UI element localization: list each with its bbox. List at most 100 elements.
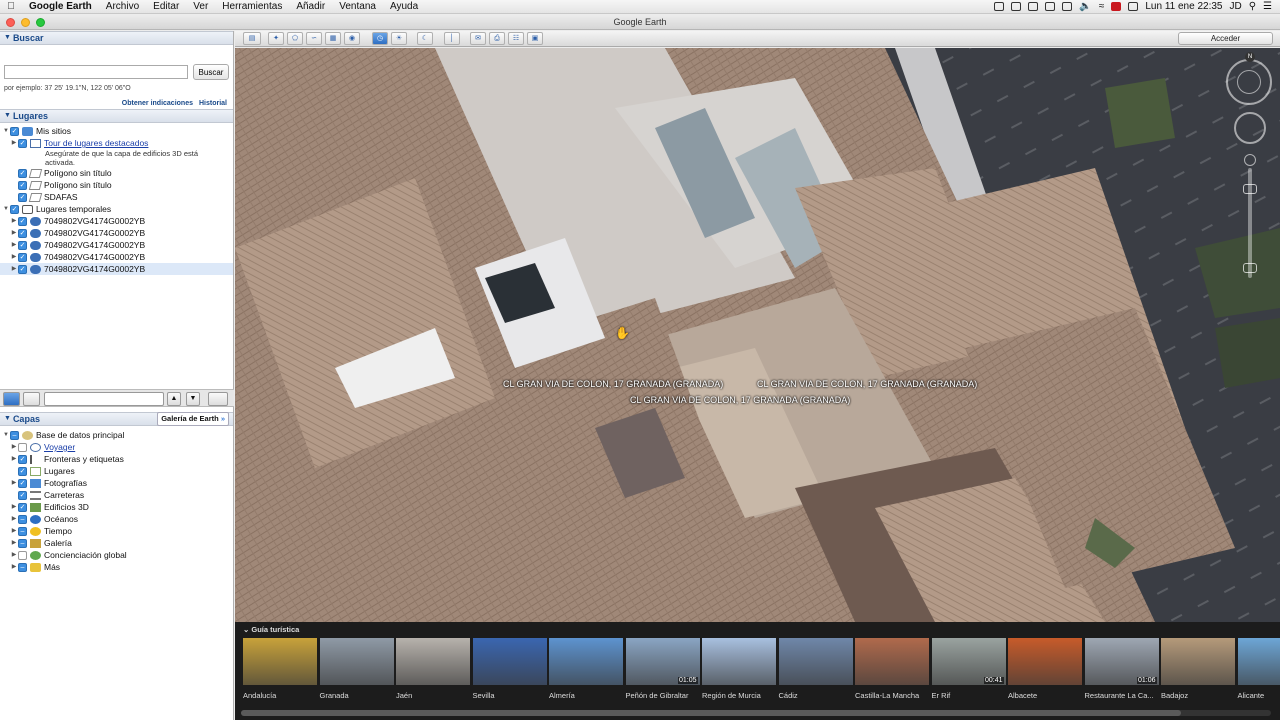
triangle-right-icon[interactable]: ▶ — [10, 215, 18, 227]
tree-item-temp-place[interactable]: ▶ ✓ 7049802VG4174G0002YB — [0, 239, 233, 251]
checkbox-icon[interactable] — [18, 550, 27, 560]
tour-thumbnail[interactable] — [472, 638, 547, 685]
checkbox-icon[interactable]: ✓ — [18, 168, 27, 178]
layer-more[interactable]: ▶ – Más — [0, 561, 233, 573]
triangle-right-icon[interactable]: ▶ — [10, 263, 18, 275]
menu-anadir[interactable]: Añadir — [289, 1, 332, 12]
earth-gallery-button[interactable]: Galería de Earth » — [157, 412, 229, 426]
add-path-icon[interactable]: ∽ — [306, 32, 322, 45]
tree-item-tour[interactable]: ▶ ✓ Tour de lugares destacados — [0, 137, 233, 149]
checkbox-icon[interactable]: ✓ — [10, 126, 19, 136]
triangle-right-icon[interactable]: ▶ — [10, 561, 18, 573]
layer-label[interactable]: Voyager — [44, 441, 75, 453]
history-link[interactable]: Historial — [199, 100, 227, 107]
sunlight-icon[interactable]: ☀ — [391, 32, 407, 45]
layer-3d-buildings[interactable]: ▶ ✓ Edificios 3D — [0, 501, 233, 513]
menu-ventana[interactable]: Ventana — [332, 1, 383, 12]
tour-label[interactable]: Er Rif — [932, 691, 951, 700]
add-placemark-icon[interactable]: ✦ — [268, 32, 284, 45]
folder-options-icon[interactable] — [208, 392, 228, 406]
checkbox-icon[interactable]: ✓ — [18, 502, 27, 512]
checkbox-icon[interactable]: ✓ — [18, 138, 27, 148]
tour-label[interactable]: Sevilla — [473, 691, 495, 700]
status-icon[interactable] — [1028, 2, 1039, 11]
tree-item-temporary[interactable]: ▼ ✓ Lugares temporales — [0, 203, 233, 215]
triangle-right-icon[interactable]: ▶ — [10, 239, 18, 251]
layer-photos[interactable]: ▶ ✓ Fotografías — [0, 477, 233, 489]
triangle-down-icon[interactable]: ▼ — [2, 429, 10, 441]
move-joystick[interactable] — [1234, 112, 1266, 144]
triangle-right-icon[interactable]: ▶ — [10, 251, 18, 263]
layer-roads[interactable]: ✓ Carreteras — [0, 489, 233, 501]
menubar-user[interactable]: JD — [1229, 1, 1241, 12]
look-joystick[interactable] — [1237, 70, 1261, 94]
tour-thumbnail[interactable] — [396, 638, 470, 685]
volume-icon[interactable]: 🔈 — [1079, 1, 1091, 12]
checkbox-icon[interactable]: ✓ — [18, 180, 27, 190]
signin-button[interactable]: Acceder — [1178, 32, 1273, 45]
checkbox-icon[interactable]: ✓ — [18, 240, 27, 250]
search-places-icon[interactable] — [3, 392, 20, 406]
checkbox-icon[interactable]: ✓ — [18, 466, 27, 476]
triangle-down-icon[interactable]: ▼ — [2, 125, 10, 137]
tour-thumbnail[interactable] — [319, 638, 394, 685]
checkbox-icon[interactable]: ✓ — [18, 216, 27, 226]
tour-thumbnail[interactable]: 01:05 — [625, 638, 700, 685]
layer-root[interactable]: ▼ – Base de datos principal — [0, 429, 233, 441]
notifications-icon[interactable]: ☰ — [1263, 1, 1272, 12]
search-input[interactable] — [4, 65, 188, 79]
layer-gallery[interactable]: ▶ – Galería — [0, 537, 233, 549]
search-button[interactable]: Buscar — [193, 64, 229, 80]
map-label[interactable]: CL GRAN VIA DE COLON, 17 GRANADA (GRANAD… — [630, 395, 850, 405]
sidebar-toggle-icon[interactable] — [23, 392, 40, 406]
checkbox-icon[interactable]: ✓ — [18, 454, 27, 464]
move-down-icon[interactable]: ▼ — [186, 392, 200, 406]
checkbox-icon[interactable]: ✓ — [18, 192, 27, 202]
tour-label[interactable]: Andalucía — [243, 691, 276, 700]
triangle-right-icon[interactable]: ▶ — [10, 477, 18, 489]
apple-icon[interactable]:  — [0, 1, 22, 12]
triangle-right-icon[interactable]: ▶ — [10, 537, 18, 549]
search-panel-header[interactable]: ▼ Buscar — [0, 31, 233, 45]
checkbox-icon[interactable]: ✓ — [18, 252, 27, 262]
tour-thumbnail[interactable] — [243, 638, 317, 685]
zoom-out-icon[interactable] — [1243, 263, 1257, 273]
layer-weather[interactable]: ▶ – Tiempo — [0, 525, 233, 537]
menu-ver[interactable]: Ver — [186, 1, 215, 12]
email-icon[interactable]: ✉ — [470, 32, 486, 45]
triangle-right-icon[interactable]: ▶ — [10, 513, 18, 525]
tree-item-temp-place-selected[interactable]: ▶ ✓ 7049802VG4174G0002YB — [0, 263, 233, 275]
tree-item-sdafas[interactable]: ✓ SDAFAS — [0, 191, 233, 203]
tour-thumbnail[interactable] — [702, 638, 776, 685]
add-overlay-icon[interactable]: ▦ — [325, 32, 341, 45]
zoom-window-icon[interactable] — [36, 18, 45, 27]
ruler-icon[interactable]: │ — [444, 32, 460, 45]
tour-thumbnail[interactable] — [855, 638, 929, 685]
planets-icon[interactable]: ☾ — [417, 32, 433, 45]
save-image-icon[interactable]: ☷ — [508, 32, 524, 45]
triangle-down-icon[interactable]: ▼ — [2, 203, 10, 215]
places-filter-input[interactable] — [44, 392, 164, 406]
tour-link[interactable]: Tour de lugares destacados — [44, 137, 148, 149]
tree-item-my-places[interactable]: ▼ ✓ Mis sitios — [0, 125, 233, 137]
tour-thumbnail[interactable]: 01:06 — [1084, 638, 1159, 685]
triangle-right-icon[interactable]: ▶ — [10, 227, 18, 239]
flag-icon[interactable] — [1111, 2, 1122, 11]
checkbox-icon[interactable]: – — [10, 430, 19, 440]
tour-label[interactable]: Castilla-La Mancha — [855, 691, 919, 700]
checkbox-icon[interactable]: – — [18, 526, 27, 536]
move-up-icon[interactable]: ▲ — [167, 392, 181, 406]
tour-label[interactable]: Jaén — [396, 691, 412, 700]
checkbox-icon[interactable]: ✓ — [18, 228, 27, 238]
tour-thumbnail[interactable] — [1161, 638, 1235, 685]
minimize-window-icon[interactable] — [21, 18, 30, 27]
checkbox-icon[interactable]: – — [18, 538, 27, 548]
triangle-right-icon[interactable]: ▶ — [10, 525, 18, 537]
tour-label[interactable]: Región de Murcia — [702, 691, 761, 700]
tree-item-temp-place[interactable]: ▶ ✓ 7049802VG4174G0002YB — [0, 227, 233, 239]
tour-thumbnail[interactable] — [778, 638, 853, 685]
menu-ayuda[interactable]: Ayuda — [383, 1, 425, 12]
checkbox-icon[interactable] — [18, 442, 27, 452]
spotlight-icon[interactable]: ⚲ — [1249, 1, 1256, 12]
map-label[interactable]: CL GRAN VIA DE COLON, 17 GRANADA (GRANAD… — [757, 379, 977, 389]
